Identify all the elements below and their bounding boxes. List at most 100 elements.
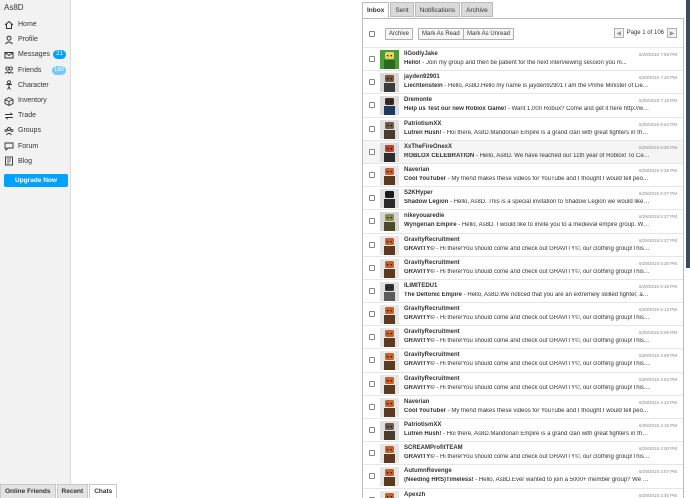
mark-as-unread-button[interactable]: Mark As Unread xyxy=(463,28,515,40)
sender-avatar[interactable] xyxy=(380,189,399,209)
sender-name[interactable]: GravityRecruitment xyxy=(404,237,460,243)
tab-sent[interactable]: Sent xyxy=(390,2,414,17)
message-row[interactable]: Dremonte Help us Test our new Roblox Game… xyxy=(363,93,683,116)
message-summary[interactable]: Hello! - Join my group and then be patie… xyxy=(404,60,650,66)
sender-name[interactable]: PatriotismXX xyxy=(404,121,441,127)
sender-avatar[interactable] xyxy=(380,351,399,371)
message-summary[interactable]: The Deltonic Empire - Hello, As8D.We not… xyxy=(404,292,650,298)
message-checkbox[interactable] xyxy=(369,264,375,271)
message-summary[interactable]: ROBLOX CELEBRATION - Hello, As8D. We hav… xyxy=(404,153,650,159)
message-summary[interactable]: Wyngerian Empire - Hello, As8D. I would … xyxy=(404,222,650,228)
sidebar-item-character[interactable]: Character xyxy=(0,78,71,93)
message-summary[interactable]: Lutren Hush! - Hoi there, As8D.Mandorian… xyxy=(404,431,650,437)
message-checkbox[interactable] xyxy=(369,287,375,294)
sidebar-item-forum[interactable]: Forum xyxy=(0,139,71,154)
message-summary[interactable]: Shadow Legion - Hello, As8D. This is a s… xyxy=(404,199,650,205)
message-checkbox[interactable] xyxy=(369,125,375,132)
tab-notifications[interactable]: Notifications xyxy=(414,2,461,17)
sidebar-item-messages[interactable]: Messages 21 xyxy=(0,47,71,62)
sidebar-item-profile[interactable]: Profile xyxy=(0,32,71,47)
sender-avatar[interactable] xyxy=(380,73,399,93)
sender-avatar[interactable] xyxy=(380,212,399,232)
chat-tab-chats[interactable]: Chats xyxy=(89,484,118,498)
message-checkbox[interactable] xyxy=(369,218,375,225)
message-row[interactable]: PatriotismXX Lutren Hush! - Hoi there, As… xyxy=(363,116,683,140)
sender-name[interactable]: GravityRecruitment xyxy=(404,376,460,382)
message-row[interactable]: XxTheFireOnexX ROBLOX CELEBRATION - Hello… xyxy=(363,139,683,163)
sender-avatar[interactable] xyxy=(380,281,399,301)
sender-name[interactable]: SCREAMProfitTEAM xyxy=(404,445,463,451)
sender-name[interactable]: PatriotismXX xyxy=(404,422,441,428)
message-checkbox[interactable] xyxy=(369,403,375,410)
message-row[interactable]: GravityRecruitment GRAVITY© - Hi there!Yo… xyxy=(363,232,683,256)
message-row[interactable]: Naverian Cool YouTuber - My friend makes … xyxy=(363,394,683,418)
sender-avatar[interactable] xyxy=(380,328,399,348)
tab-archive[interactable]: Archive xyxy=(461,2,493,17)
message-row[interactable]: GravityRecruitment GRAVITY© - Hi there!Yo… xyxy=(363,255,683,279)
select-all-checkbox[interactable] xyxy=(369,31,375,37)
prev-page-button[interactable]: ◀ xyxy=(613,28,624,38)
sender-name[interactable]: IiGodlyJake xyxy=(404,51,438,57)
archive-button[interactable]: Archive xyxy=(385,28,414,40)
sender-avatar[interactable] xyxy=(380,258,399,278)
sender-avatar[interactable] xyxy=(380,397,399,417)
sidebar-item-trade[interactable]: Trade xyxy=(0,108,71,123)
message-summary[interactable]: Help us Test our new Roblox Game! - Want… xyxy=(404,106,650,112)
sender-avatar[interactable] xyxy=(380,305,399,325)
sender-name[interactable]: Dremonte xyxy=(404,97,432,103)
message-row[interactable]: AutumnRevenge (Needing HRS)Timeless! - He… xyxy=(363,464,683,487)
sender-avatar[interactable] xyxy=(380,142,399,162)
sender-name[interactable]: AutumnRevenge xyxy=(404,468,452,474)
message-row[interactable]: ILIMITEDU1 The Deltonic Empire - Hello, A… xyxy=(363,278,683,302)
message-checkbox[interactable] xyxy=(369,241,375,248)
sender-name[interactable]: GravityRecruitment xyxy=(404,260,460,266)
sender-avatar[interactable] xyxy=(380,374,399,394)
sidebar-item-inventory[interactable]: Inventory xyxy=(0,93,71,108)
sender-name[interactable]: Apexzh xyxy=(404,492,425,498)
sender-avatar[interactable] xyxy=(380,235,399,255)
sender-name[interactable]: Naverian xyxy=(404,399,429,405)
chat-tab-recent[interactable]: Recent xyxy=(56,484,89,498)
sender-avatar[interactable] xyxy=(380,467,399,487)
sender-avatar[interactable] xyxy=(380,96,399,116)
message-summary[interactable]: GRAVITY© - Hi there!You should come and … xyxy=(404,246,650,252)
message-row[interactable]: SCREAMProfitTEAM GRAVITY© - Hi there!You … xyxy=(363,441,683,464)
message-checkbox[interactable] xyxy=(369,102,375,109)
sender-avatar[interactable] xyxy=(380,490,399,498)
message-row[interactable]: PatriotismXX Lutren Hush! - Hoi there, As… xyxy=(363,418,683,441)
message-summary[interactable]: (Needing HRS)Timeless! - Hello, As8D.Eve… xyxy=(404,477,650,483)
message-summary[interactable]: GRAVITY© - Hi there!You should come and … xyxy=(404,361,650,367)
message-summary[interactable]: GRAVITY© - Hi there!You should come and … xyxy=(404,338,650,344)
message-row[interactable]: jayden92901 Liechtenstein - Hello, As8D.H… xyxy=(363,70,683,93)
message-checkbox[interactable] xyxy=(369,79,375,86)
message-row[interactable]: S2KHyper Shadow Legion - Hello, As8D. Thi… xyxy=(363,186,683,209)
message-summary[interactable]: Lutren Hush! - Hoi there, As8D.Mandorian… xyxy=(404,130,650,136)
message-row[interactable]: Naverian Cool YouTuber - My friend makes … xyxy=(363,162,683,186)
message-checkbox[interactable] xyxy=(369,357,375,364)
message-row[interactable]: GravityRecruitment GRAVITY© - Hi there!Yo… xyxy=(363,371,683,395)
message-row[interactable]: GravityRecruitment GRAVITY© - Hi there!Yo… xyxy=(363,348,683,371)
sender-avatar[interactable] xyxy=(380,50,399,69)
message-row[interactable]: GravityRecruitment GRAVITY© - Hi there!Yo… xyxy=(363,325,683,348)
message-row[interactable]: IiGodlyJake Hello! - Join my group and th… xyxy=(363,47,683,70)
message-checkbox[interactable] xyxy=(369,380,375,387)
message-summary[interactable]: Liechtenstein - Hello, As8D.Hello my nam… xyxy=(404,83,650,89)
username-label[interactable]: As8D xyxy=(4,3,24,12)
message-row[interactable]: nikeyouaredie Wyngerian Empire - Hello, A… xyxy=(363,209,683,232)
sender-name[interactable]: nikeyouaredie xyxy=(404,213,444,219)
message-checkbox[interactable] xyxy=(369,56,375,62)
mark-as-read-button[interactable]: Mark As Read xyxy=(418,28,464,40)
sender-name[interactable]: GravityRecruitment xyxy=(404,329,460,335)
sidebar-item-friends[interactable]: Friends 190 xyxy=(0,63,71,78)
sender-name[interactable]: XxTheFireOnexX xyxy=(404,144,452,150)
message-summary[interactable]: GRAVITY© - Hi there!You should come and … xyxy=(404,315,650,321)
sender-name[interactable]: GravityRecruitment xyxy=(404,306,460,312)
sidebar-item-home[interactable]: Home xyxy=(0,17,71,32)
sender-avatar[interactable] xyxy=(380,119,399,139)
message-checkbox[interactable] xyxy=(369,311,375,318)
sender-avatar[interactable] xyxy=(380,421,399,440)
sender-name[interactable]: GravityRecruitment xyxy=(404,352,460,358)
message-row[interactable]: Apexzh 6/29/2015 3:40 PM xyxy=(363,487,683,498)
message-checkbox[interactable] xyxy=(369,171,375,178)
message-summary[interactable]: GRAVITY© - Hi there!You should come and … xyxy=(404,454,650,460)
